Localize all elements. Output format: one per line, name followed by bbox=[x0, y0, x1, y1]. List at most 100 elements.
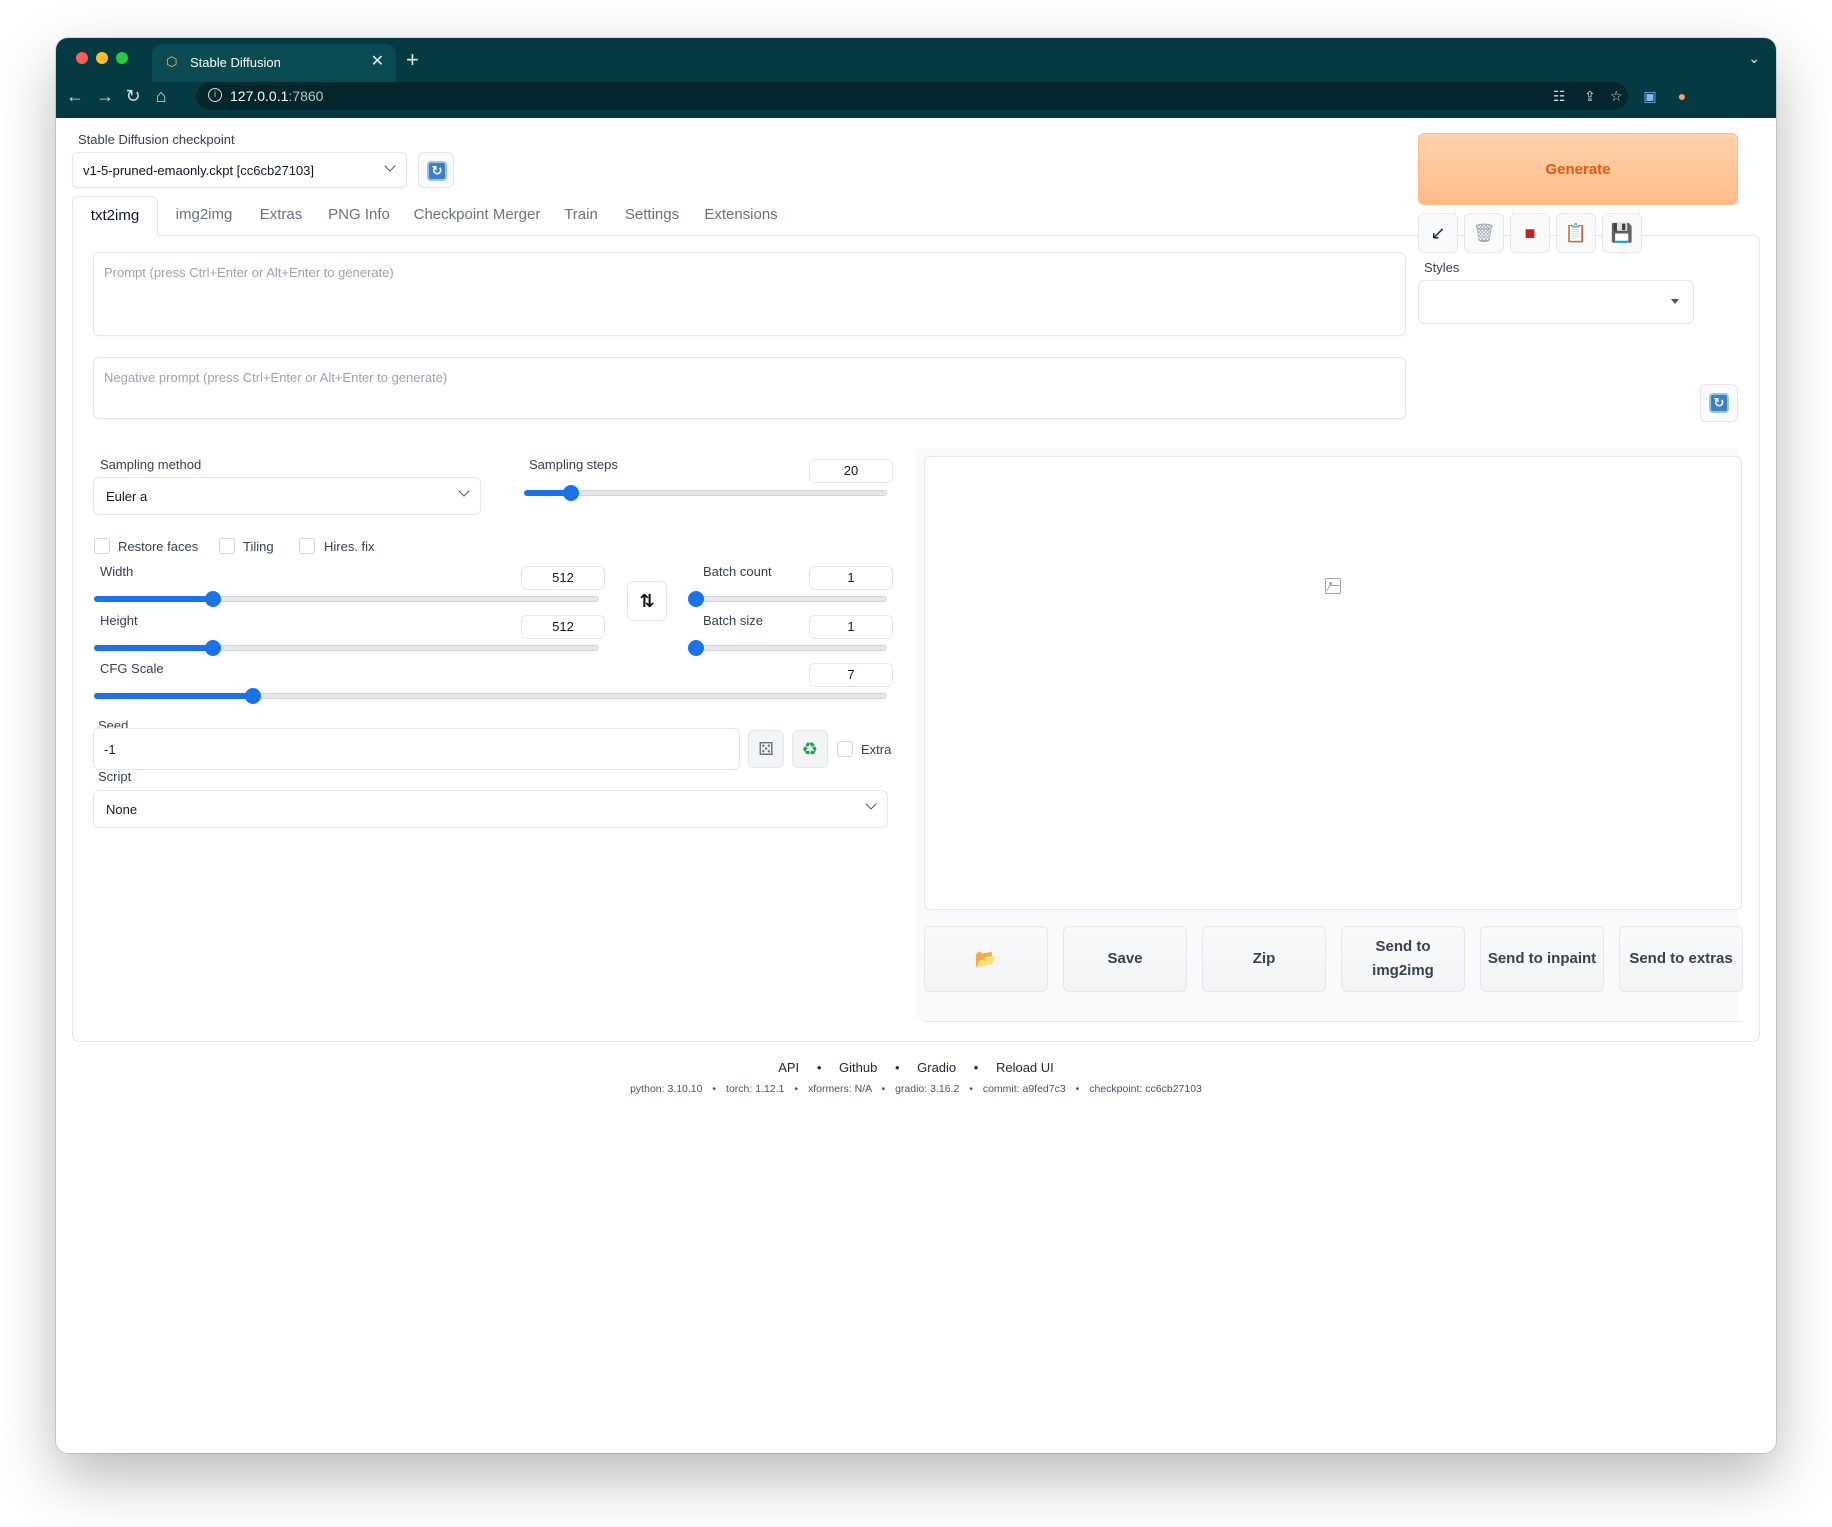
recycle-icon: ♻ bbox=[801, 739, 819, 759]
seed-input[interactable]: -1 bbox=[93, 728, 740, 770]
save-button[interactable]: Save bbox=[1063, 926, 1187, 992]
cfg-scale-slider[interactable] bbox=[94, 688, 887, 704]
slider-thumb[interactable] bbox=[563, 485, 580, 501]
extra-networks-button[interactable]: ■ bbox=[1510, 213, 1550, 253]
width-input[interactable]: 512 bbox=[521, 566, 605, 590]
extra-seed-checkbox[interactable] bbox=[837, 741, 853, 757]
tab-train[interactable]: Train bbox=[554, 196, 608, 235]
swap-dimensions-button[interactable]: ⇅ bbox=[627, 581, 667, 621]
browser-tab[interactable]: ⬡ Stable Diffusion ✕ bbox=[152, 44, 396, 82]
share-icon[interactable]: ⇪ bbox=[1584, 87, 1596, 105]
refresh-checkpoint-button[interactable]: ↻ bbox=[418, 152, 454, 188]
read-params-button[interactable]: ↙ bbox=[1418, 213, 1458, 253]
tab-img2img[interactable]: img2img bbox=[164, 196, 244, 235]
output-image-gallery[interactable] bbox=[924, 456, 1742, 910]
home-icon[interactable]: ⌂ bbox=[150, 86, 172, 106]
version-commit: commit: a9fed7c3 bbox=[982, 1083, 1066, 1095]
random-seed-button[interactable]: ⚄ bbox=[748, 730, 784, 768]
close-window-button[interactable] bbox=[76, 52, 88, 64]
sampling-method-value: Euler a bbox=[106, 489, 148, 504]
tiling-checkbox[interactable] bbox=[219, 538, 235, 554]
bookmark-star-icon[interactable]: ☆ bbox=[1610, 87, 1623, 105]
zip-button[interactable]: Zip bbox=[1202, 926, 1326, 992]
footer-link-reload-ui[interactable]: Reload UI bbox=[996, 1060, 1054, 1075]
slider-thumb[interactable] bbox=[688, 640, 704, 656]
tab-extras[interactable]: Extras bbox=[250, 196, 312, 235]
restore-faces-label: Restore faces bbox=[118, 539, 199, 554]
footer-link-gradio[interactable]: Gradio bbox=[917, 1060, 956, 1075]
refresh-styles-button[interactable]: ↻ bbox=[1700, 384, 1738, 422]
sampling-method-select[interactable]: Euler a bbox=[93, 477, 481, 515]
tab-list-chevron-icon[interactable]: ⌄ bbox=[1748, 50, 1760, 67]
batch-size-input[interactable]: 1 bbox=[809, 615, 893, 639]
styles-select[interactable] bbox=[1418, 280, 1694, 324]
cfg-scale-input[interactable]: 7 bbox=[809, 663, 893, 687]
reload-icon[interactable]: ↻ bbox=[122, 86, 144, 106]
checkpoint-select[interactable]: v1-5-pruned-emaonly.ckpt [cc6cb27103] bbox=[72, 152, 407, 188]
height-input[interactable]: 512 bbox=[521, 615, 605, 639]
send-to-inpaint-button[interactable]: Send to inpaint bbox=[1480, 926, 1604, 992]
google-translate-extension-icon[interactable]: ▣ bbox=[1640, 86, 1660, 106]
send-to-img2img-button[interactable]: Send to img2img bbox=[1341, 926, 1465, 992]
width-slider[interactable] bbox=[94, 591, 599, 607]
tab-txt2img[interactable]: txt2img bbox=[72, 196, 158, 236]
prompt-placeholder: Prompt (press Ctrl+Enter or Alt+Enter to… bbox=[104, 265, 394, 280]
generate-button[interactable]: Generate bbox=[1418, 133, 1738, 205]
script-select[interactable]: None bbox=[93, 790, 888, 828]
chevron-down-icon bbox=[384, 160, 396, 172]
footer-link-github[interactable]: Github bbox=[839, 1060, 877, 1075]
dice-icon: ⚄ bbox=[758, 739, 774, 759]
version-checkpoint: checkpoint: cc6cb27103 bbox=[1089, 1083, 1202, 1095]
version-python: python: 3.10.10 bbox=[630, 1083, 703, 1095]
footer-link-api[interactable]: API bbox=[778, 1060, 799, 1075]
floppy-disk-icon: 💾 bbox=[1610, 223, 1634, 243]
cfg-scale-label: CFG Scale bbox=[100, 661, 164, 676]
site-info-icon[interactable]: i bbox=[208, 88, 222, 102]
apply-style-button[interactable]: 📋 bbox=[1556, 213, 1596, 253]
address-bar[interactable]: i 127.0.0.1:7860 ☷ ⇪ ☆ bbox=[196, 82, 1628, 110]
back-icon[interactable]: ← bbox=[64, 86, 86, 106]
hires-fix-checkbox[interactable] bbox=[299, 538, 315, 554]
swap-arrows-icon: ⇅ bbox=[639, 591, 655, 611]
batch-size-slider[interactable] bbox=[688, 640, 887, 656]
footer-versions: python: 3.10.10 • torch: 1.12.1 • xforme… bbox=[630, 1083, 1202, 1095]
height-slider[interactable] bbox=[94, 640, 599, 656]
trash-icon: 🗑 bbox=[1472, 223, 1496, 243]
translate-icon[interactable]: ☷ bbox=[1553, 87, 1566, 105]
tab-extensions[interactable]: Extensions bbox=[696, 196, 786, 235]
send-to-extras-button[interactable]: Send to extras bbox=[1619, 926, 1743, 992]
send-to-img2img-label-1: Send to bbox=[1375, 938, 1431, 955]
zoom-window-button[interactable] bbox=[116, 52, 128, 64]
tab-png-info[interactable]: PNG Info bbox=[318, 196, 400, 235]
slider-thumb[interactable] bbox=[204, 591, 221, 607]
minimize-window-button[interactable] bbox=[96, 52, 108, 64]
prompt-textarea[interactable]: Prompt (press Ctrl+Enter or Alt+Enter to… bbox=[93, 252, 1406, 336]
favicon-icon: ⬡ bbox=[166, 54, 178, 69]
sampling-steps-input[interactable]: 20 bbox=[809, 459, 893, 483]
clipboard-icon: 📋 bbox=[1564, 223, 1588, 243]
tab-settings[interactable]: Settings bbox=[614, 196, 690, 235]
sampling-steps-slider[interactable] bbox=[524, 485, 887, 501]
refresh-icon: ↻ bbox=[1709, 393, 1729, 413]
color-picker-extension-icon[interactable]: ● bbox=[1672, 86, 1692, 106]
slider-thumb[interactable] bbox=[204, 640, 221, 656]
hires-fix-label: Hires. fix bbox=[324, 539, 375, 554]
clear-prompt-button[interactable]: 🗑 bbox=[1464, 213, 1504, 253]
negative-prompt-textarea[interactable]: Negative prompt (press Ctrl+Enter or Alt… bbox=[93, 357, 1406, 419]
batch-count-slider[interactable] bbox=[688, 591, 887, 607]
batch-size-label: Batch size bbox=[703, 613, 763, 628]
height-label: Height bbox=[100, 613, 138, 628]
tab-checkpoint-merger[interactable]: Checkpoint Merger bbox=[406, 196, 548, 235]
reuse-seed-button[interactable]: ♻ bbox=[792, 730, 828, 768]
restore-faces-checkbox[interactable] bbox=[94, 538, 110, 554]
close-tab-icon[interactable]: ✕ bbox=[371, 53, 384, 71]
save-style-button[interactable]: 💾 bbox=[1602, 213, 1642, 253]
forward-icon[interactable]: → bbox=[94, 86, 116, 106]
batch-count-input[interactable]: 1 bbox=[809, 566, 893, 590]
new-tab-icon[interactable]: + bbox=[406, 48, 419, 72]
slider-thumb[interactable] bbox=[244, 688, 261, 704]
slider-thumb[interactable] bbox=[688, 591, 704, 607]
open-folder-button[interactable]: 📂 bbox=[924, 926, 1048, 992]
version-xformers: xformers: N/A bbox=[807, 1083, 872, 1095]
footer-links: API • Github • Gradio • Reload UI bbox=[778, 1060, 1054, 1075]
